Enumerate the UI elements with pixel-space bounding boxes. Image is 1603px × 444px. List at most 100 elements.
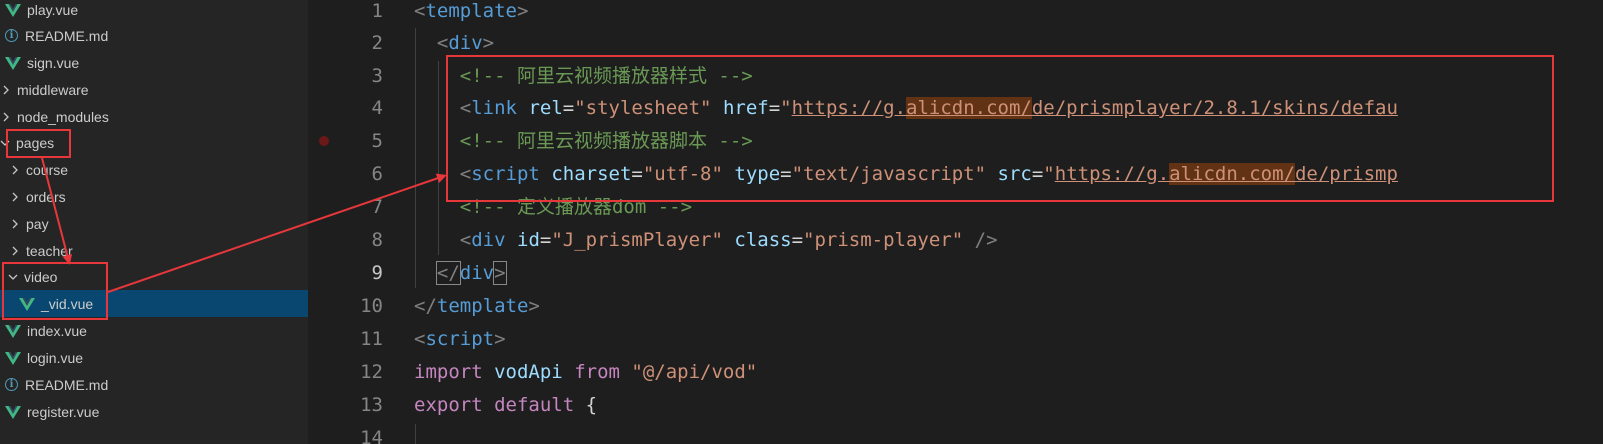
folder-item-video[interactable]: video bbox=[0, 263, 308, 290]
chevron-right-icon bbox=[3, 112, 9, 121]
attr-value: "J_prismPlayer" bbox=[551, 229, 723, 251]
url-link-highlight[interactable]: alicdn.com/ bbox=[1169, 163, 1295, 185]
tag-name: div bbox=[448, 32, 483, 54]
file-label: play.vue bbox=[27, 1, 79, 18]
folder-item-pages[interactable]: pages bbox=[0, 129, 308, 156]
attr-equals: = bbox=[631, 163, 643, 185]
chevron-right-icon bbox=[3, 85, 9, 94]
folder-label: orders bbox=[26, 188, 66, 205]
file-item-register-vue[interactable]: register.vue bbox=[0, 398, 308, 425]
url-link[interactable]: https://g. bbox=[1055, 163, 1169, 185]
tag-bracket: < bbox=[459, 163, 472, 185]
folder-label: middleware bbox=[17, 81, 89, 98]
code-comment: <!-- 阿里云视频播放器脚本 --> bbox=[459, 130, 753, 152]
file-item-readme-md-2[interactable]: i README.md bbox=[0, 371, 308, 398]
attr-name: src bbox=[997, 163, 1032, 185]
tag-bracket: < bbox=[459, 97, 472, 119]
vscode-window: play.vue i README.md sign.vue middleware… bbox=[0, 0, 1603, 444]
tag-bracket: < bbox=[459, 229, 472, 251]
file-label: README.md bbox=[25, 27, 109, 44]
attr-quote: " bbox=[1043, 163, 1055, 185]
url-link[interactable]: de/prismp bbox=[1295, 163, 1398, 185]
folder-item-node-modules[interactable]: node_modules bbox=[0, 103, 308, 130]
file-item-readme-md[interactable]: i README.md bbox=[0, 22, 308, 49]
tag-bracket: > bbox=[528, 295, 540, 317]
file-item-login-vue[interactable]: login.vue bbox=[0, 344, 308, 371]
chevron-down-icon bbox=[0, 140, 10, 146]
attr-equals: = bbox=[539, 229, 552, 251]
attr-name: charset bbox=[551, 163, 632, 185]
line-number: 3 bbox=[371, 65, 383, 87]
folder-label: node_modules bbox=[17, 108, 109, 125]
folder-item-pay[interactable]: pay bbox=[0, 210, 308, 237]
url-link[interactable]: https://g. bbox=[792, 97, 906, 119]
folder-item-course[interactable]: course bbox=[0, 156, 308, 183]
tag-bracket: /> bbox=[963, 229, 998, 251]
folder-label: video bbox=[24, 268, 58, 285]
attr-name: class bbox=[734, 229, 792, 251]
info-icon: i bbox=[5, 378, 18, 391]
attr-value: "stylesheet" bbox=[574, 97, 712, 119]
line-number: 6 bbox=[371, 163, 383, 185]
file-label: README.md bbox=[25, 376, 109, 393]
string-literal: "@/api/vod" bbox=[631, 361, 758, 383]
tag-bracket: > bbox=[494, 328, 506, 350]
line-number: 12 bbox=[360, 361, 383, 383]
tag-bracket: > bbox=[482, 32, 495, 54]
tag-name: script bbox=[425, 328, 495, 350]
file-item-sign-vue[interactable]: sign.vue bbox=[0, 49, 308, 76]
tag-name: link bbox=[471, 97, 517, 119]
code-comment: <!-- 定义播放器dom --> bbox=[459, 196, 693, 218]
attr-equals: = bbox=[780, 163, 792, 185]
line-number: 5 bbox=[371, 130, 383, 152]
identifier: vodApi bbox=[494, 361, 563, 383]
brace: { bbox=[585, 394, 598, 416]
line-number: 14 bbox=[360, 427, 383, 444]
chevron-right-icon bbox=[12, 165, 18, 174]
tag-name: div bbox=[471, 229, 506, 251]
attr-value: "prism-player" bbox=[803, 229, 964, 251]
code-editor[interactable]: 1 2 3 4 5 6 7 8 9 10 11 12 13 14 <templa… bbox=[308, 0, 1603, 444]
file-item-vid-vue[interactable]: _vid.vue bbox=[0, 290, 308, 317]
breakpoint-dot[interactable] bbox=[319, 136, 329, 146]
code-line-11: <script> bbox=[414, 323, 506, 356]
tag-bracket: < bbox=[436, 32, 449, 54]
folder-item-orders[interactable]: orders bbox=[0, 183, 308, 210]
folder-item-teacher[interactable]: teacher bbox=[0, 237, 308, 264]
line-number-active: 9 bbox=[371, 262, 383, 284]
chevron-right-icon bbox=[12, 246, 18, 255]
url-link[interactable]: de/prismplayer/2.8.1/skins/defau bbox=[1032, 97, 1398, 119]
tag-bracket: </ bbox=[414, 295, 437, 317]
attr-name: rel bbox=[528, 97, 563, 119]
tag-bracket: < bbox=[414, 0, 426, 22]
keyword: from bbox=[574, 361, 620, 383]
chevron-right-icon bbox=[12, 192, 18, 201]
keyword: default bbox=[494, 394, 575, 416]
info-icon: i bbox=[5, 29, 18, 42]
vue-file-icon bbox=[5, 351, 21, 365]
line-number: 2 bbox=[371, 32, 383, 54]
indent-guide bbox=[415, 424, 416, 444]
tag-name: div bbox=[459, 262, 495, 284]
file-item-index-vue[interactable]: index.vue bbox=[0, 317, 308, 344]
code-line-6: <script charset="utf-8" type="text/javas… bbox=[414, 158, 1398, 191]
line-number: 7 bbox=[371, 196, 383, 218]
url-link-highlight[interactable]: alicdn.com/ bbox=[906, 97, 1032, 119]
file-item-play-vue[interactable]: play.vue bbox=[0, 0, 308, 23]
tag-name: template bbox=[425, 0, 517, 22]
tag-bracket-matched: </ bbox=[435, 261, 461, 285]
code-line-1: <template> bbox=[414, 0, 528, 28]
tag-bracket: > bbox=[516, 0, 529, 22]
code-line-4: <link rel="stylesheet" href="https://g.a… bbox=[414, 92, 1398, 125]
line-number: 13 bbox=[360, 394, 383, 416]
attr-equals: = bbox=[1031, 163, 1044, 185]
code-line-2: <div> bbox=[414, 27, 494, 60]
keyword: export bbox=[414, 394, 483, 416]
attr-name: href bbox=[722, 97, 769, 119]
attr-equals: = bbox=[768, 97, 781, 119]
chevron-down-icon bbox=[8, 274, 18, 280]
folder-item-middleware[interactable]: middleware bbox=[0, 76, 308, 103]
line-number: 11 bbox=[360, 328, 383, 350]
code-line-3: <!-- 阿里云视频播放器样式 --> bbox=[414, 60, 753, 93]
line-number: 10 bbox=[360, 295, 383, 317]
